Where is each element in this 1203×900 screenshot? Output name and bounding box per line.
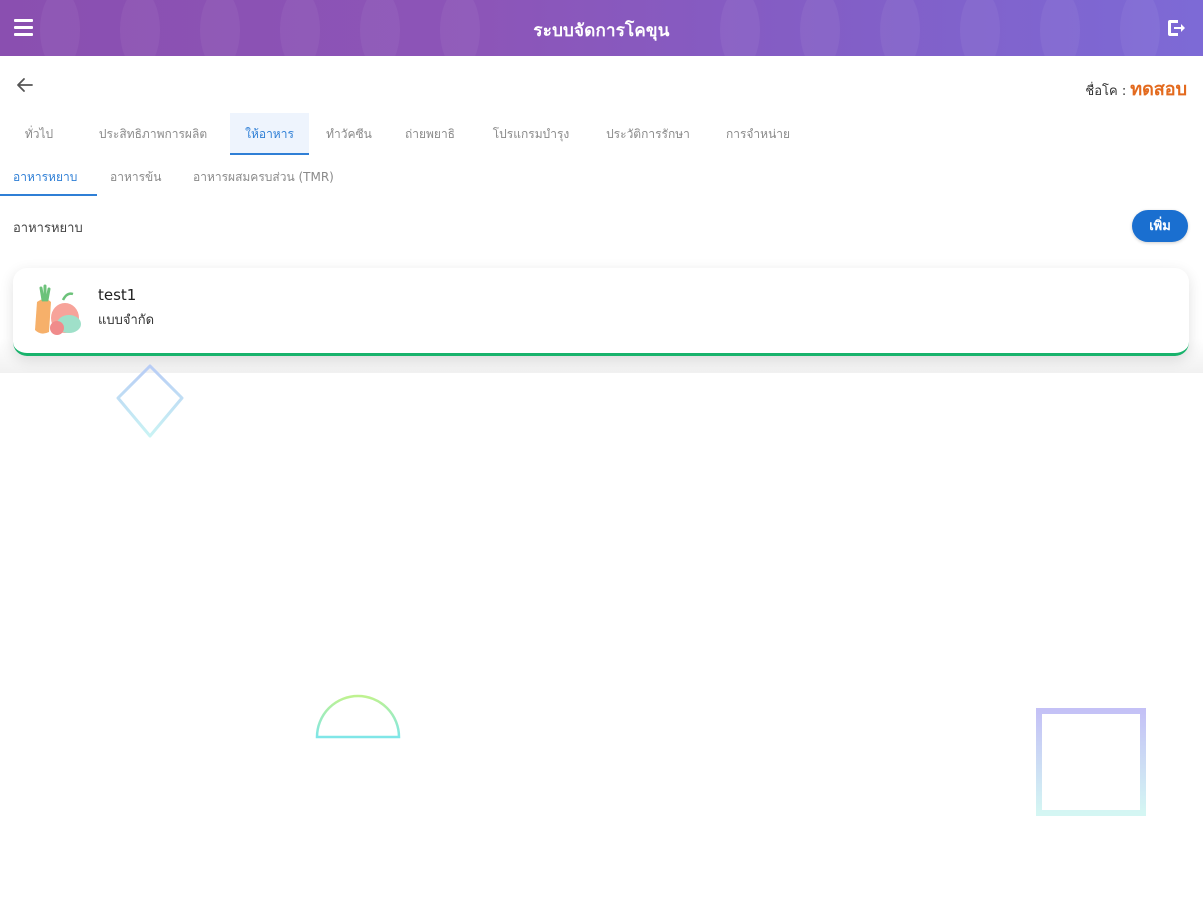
tab-feeding[interactable]: ให้อาหาร xyxy=(230,113,309,155)
semicircle-decoration xyxy=(315,694,401,739)
subtab-tmr[interactable]: อาหารผสมครบส่วน (TMR) xyxy=(193,160,373,196)
tab-treatment-history[interactable]: ประวัติการรักษา xyxy=(592,113,704,155)
page-title: ระบบจัดการโคขุน xyxy=(533,21,670,41)
tab-supplement[interactable]: โปรแกรมบำรุง xyxy=(478,113,584,155)
diamond-decoration xyxy=(116,364,184,438)
main-tabs: ทั่วไป ประสิทธิภาพการผลิต ให้อาหาร ทำวัค… xyxy=(0,113,1203,156)
tab-vaccine[interactable]: ทำวัคซีน xyxy=(314,113,384,155)
arrow-left-icon[interactable] xyxy=(14,74,36,96)
tab-deworm[interactable]: ถ่ายพยาธิ xyxy=(390,113,470,155)
add-button[interactable]: เพิ่ม xyxy=(1132,210,1188,242)
tab-production[interactable]: ประสิทธิภาพการผลิต xyxy=(82,113,224,155)
tab-disposal[interactable]: การจำหน่าย xyxy=(712,113,804,155)
app-bar: ระบบจัดการโคขุน xyxy=(0,0,1203,56)
cow-name-display: ชื่อโค : ทดสอบ xyxy=(1085,74,1187,103)
item-name: test1 xyxy=(98,286,137,304)
cow-name-label: ชื่อโค : xyxy=(1085,84,1127,99)
feed-type-tabs: อาหารหยาบ อาหารข้น อาหารผสมครบส่วน (TMR) xyxy=(0,160,1203,198)
subtab-concentrate[interactable]: อาหารข้น xyxy=(110,160,180,196)
cow-name-value: ทดสอบ xyxy=(1130,79,1187,100)
vegetables-icon xyxy=(27,280,85,340)
section-title: อาหารหยาบ xyxy=(13,221,83,236)
list-item[interactable]: test1 แบบจำกัด xyxy=(13,268,1189,356)
logout-icon[interactable] xyxy=(1165,17,1187,39)
item-type: แบบจำกัด xyxy=(98,313,155,328)
subtab-roughage[interactable]: อาหารหยาบ xyxy=(0,160,97,196)
square-decoration xyxy=(1036,708,1146,816)
tab-general[interactable]: ทั่วไป xyxy=(14,113,64,155)
